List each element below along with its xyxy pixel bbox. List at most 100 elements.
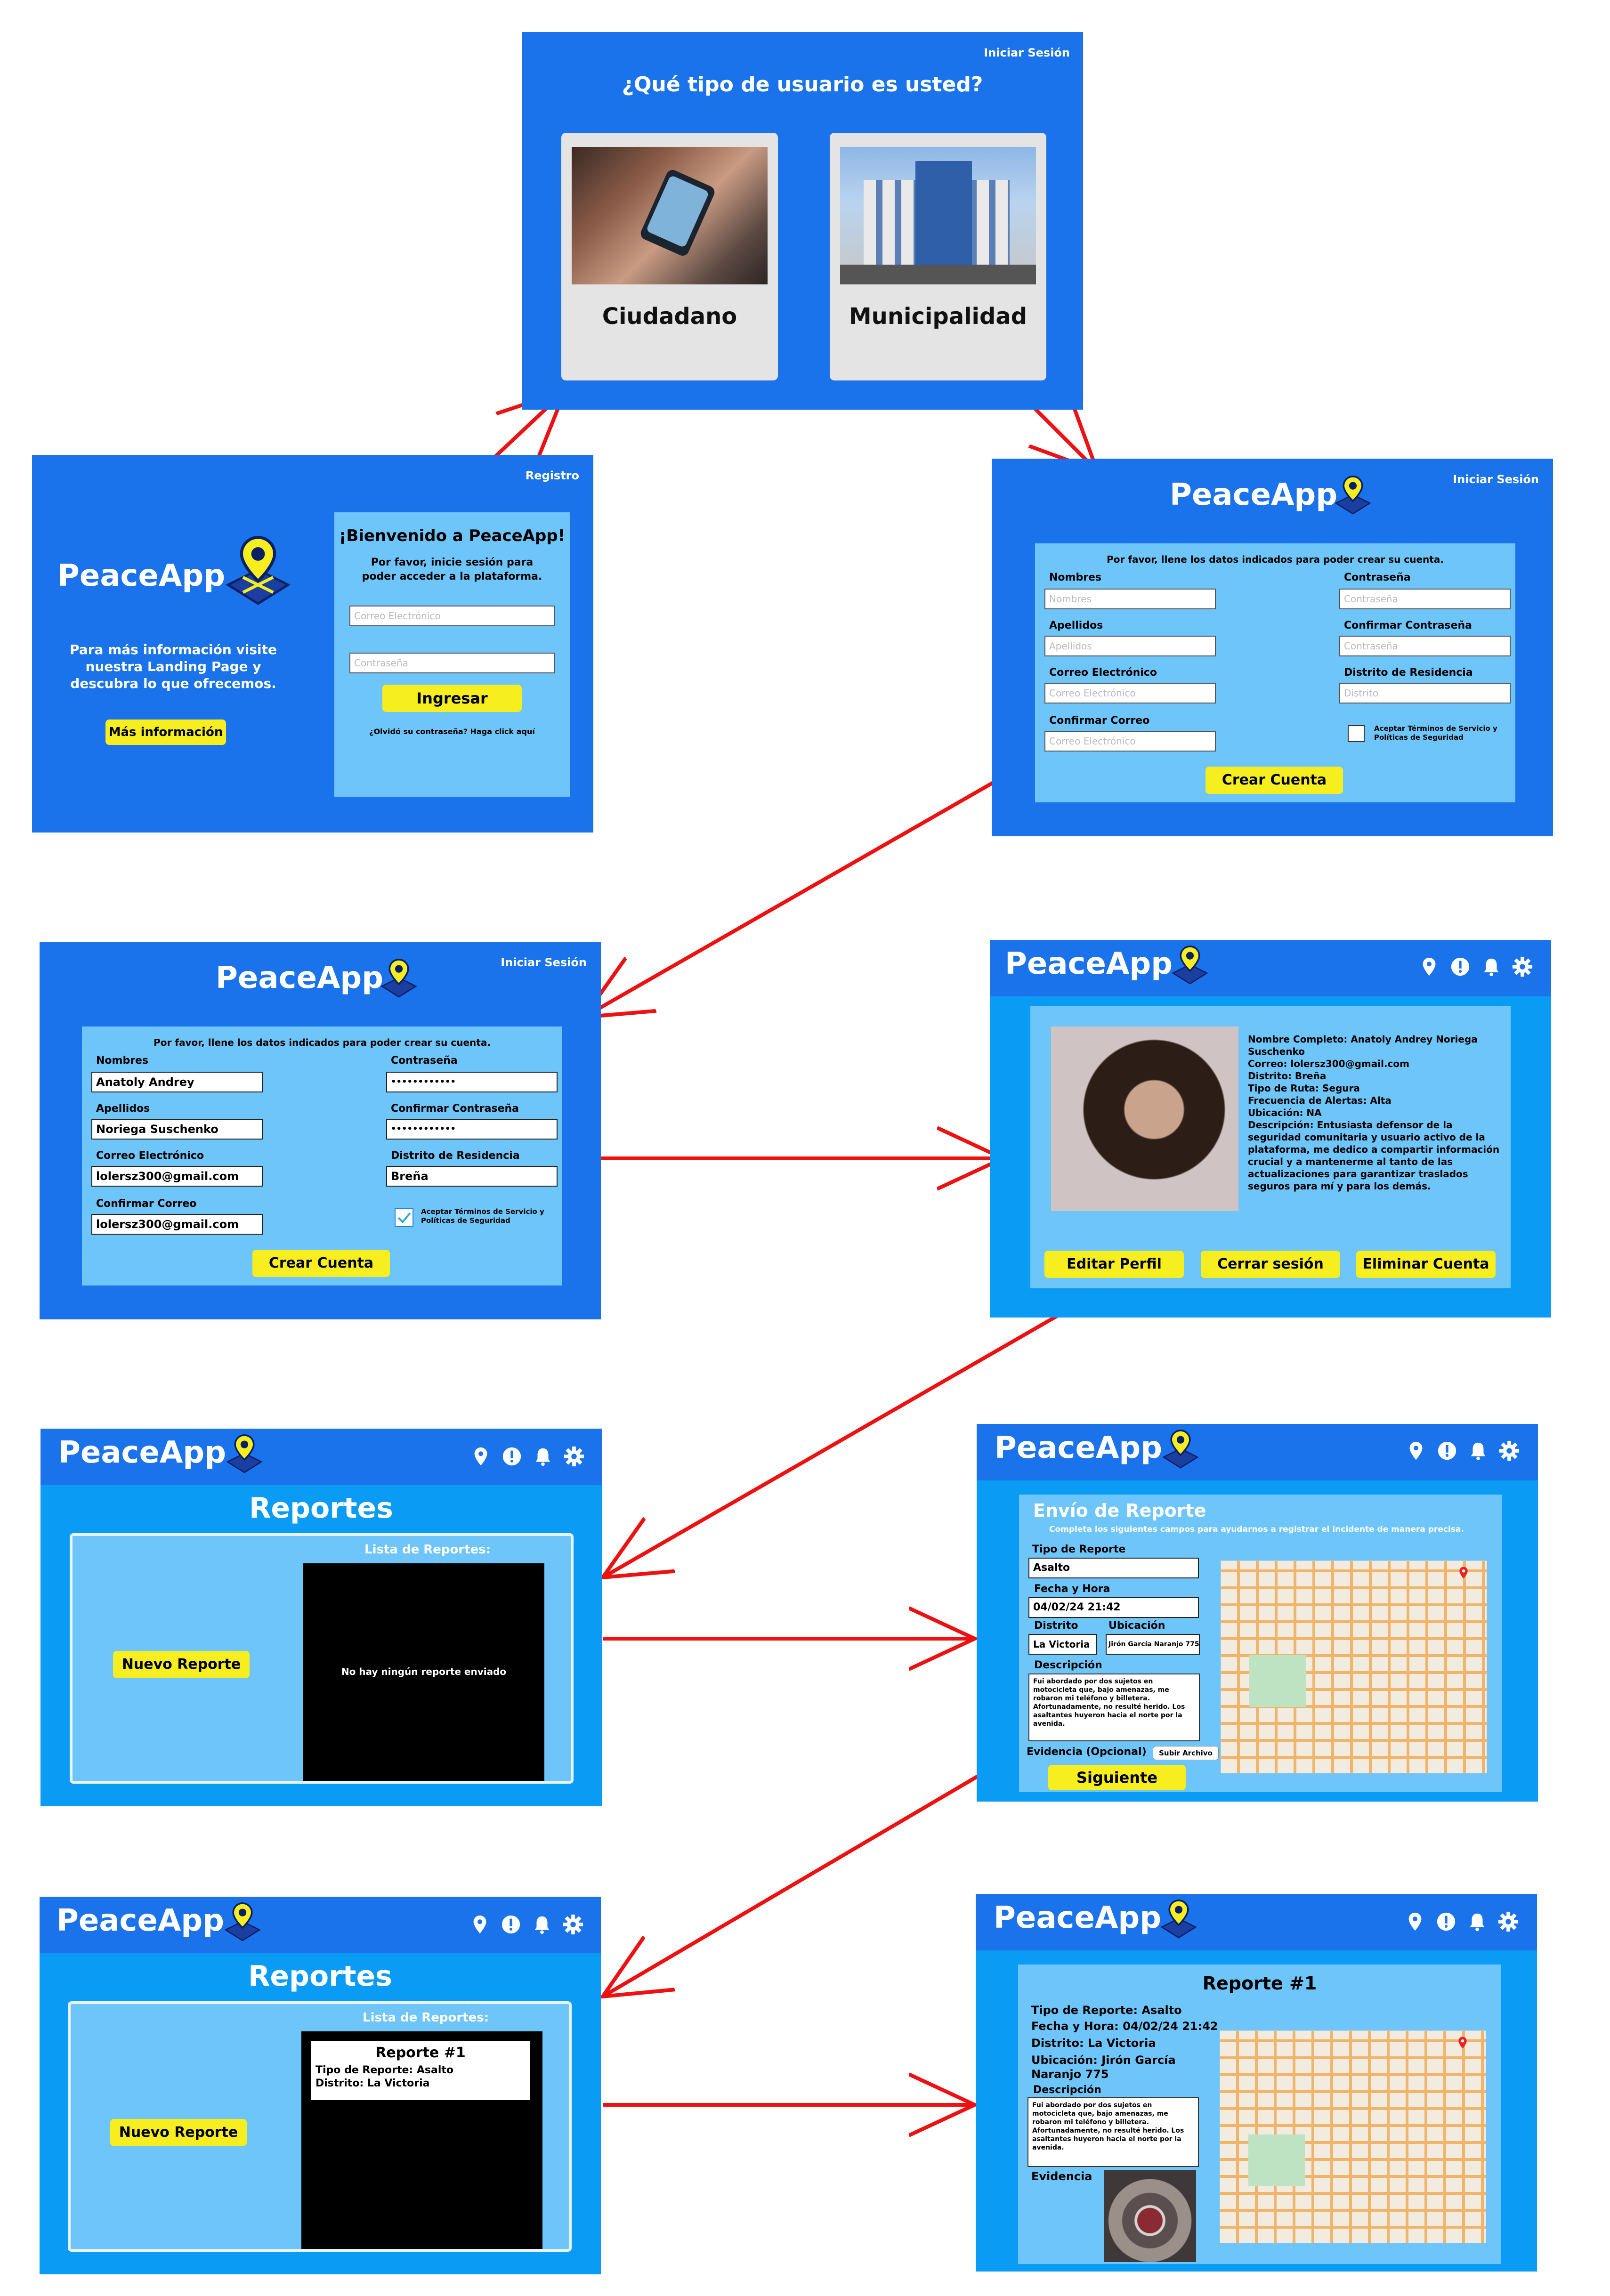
confirm-password-field[interactable]: •••••••••••• bbox=[386, 1119, 558, 1140]
profile-avatar bbox=[1051, 1027, 1238, 1211]
terms-checkbox[interactable] bbox=[1348, 725, 1365, 742]
alert-icon[interactable] bbox=[1435, 1911, 1457, 1932]
login-link[interactable]: Iniciar Sesión bbox=[1453, 473, 1539, 486]
login-instructions: Por favor, inicie sesión para poder acce… bbox=[362, 557, 542, 582]
terms-checkbox[interactable] bbox=[395, 1208, 413, 1227]
reports-panel: Nuevo Reporte Lista de Reportes: Reporte… bbox=[68, 2001, 572, 2252]
evidence-label: Evidencia bbox=[1031, 2170, 1092, 2183]
profile-full-name: Nombre Completo: Anatoly Andrey Noriega … bbox=[1248, 1034, 1478, 1057]
report-detail-card: Reporte #1 Tipo de Reporte: Asalto Fecha… bbox=[1018, 1965, 1501, 2264]
password-field[interactable]: Contraseña bbox=[349, 653, 555, 673]
profile-screen: PeaceApp Nombre Completo: Anatoly Andrey… bbox=[990, 940, 1551, 1318]
gear-icon[interactable] bbox=[562, 1914, 584, 1935]
map-pin-icon[interactable] bbox=[1404, 1911, 1426, 1932]
location-field[interactable]: Jirón García Naranjo 775 bbox=[1106, 1634, 1200, 1655]
evidence-image[interactable] bbox=[1104, 2170, 1196, 2262]
login-link[interactable]: Iniciar Sesión bbox=[984, 46, 1070, 59]
alert-icon[interactable] bbox=[1449, 956, 1471, 978]
report-card-type: Tipo de Reporte: Asalto bbox=[316, 2064, 454, 2076]
type-field[interactable]: Asalto bbox=[1028, 1558, 1199, 1578]
description-field[interactable]: Fui abordado por dos sujetos en motocicl… bbox=[1028, 1673, 1200, 1741]
email-field[interactable]: Correo Electrónico bbox=[349, 606, 555, 626]
bell-icon[interactable] bbox=[1481, 956, 1502, 978]
map-pin-icon[interactable] bbox=[470, 1446, 492, 1467]
bell-icon[interactable] bbox=[532, 1446, 554, 1467]
surnames-field[interactable]: Apellidos bbox=[1044, 636, 1216, 656]
citizen-card[interactable]: Ciudadano bbox=[561, 133, 778, 380]
password-label: Contraseña bbox=[1344, 572, 1411, 583]
brand-title: PeaceApp bbox=[995, 1431, 1162, 1465]
confirm-password-label: Confirmar Contraseña bbox=[1344, 620, 1472, 631]
peaceapp-logo-icon bbox=[224, 1902, 261, 1941]
report-datetime: Fecha y Hora: 04/02/24 21:42 bbox=[1031, 2020, 1218, 2033]
delete-account-button[interactable]: Eliminar Cuenta bbox=[1356, 1251, 1496, 1278]
map-pin-icon[interactable] bbox=[1405, 1440, 1427, 1462]
gear-icon[interactable] bbox=[1497, 1911, 1519, 1932]
location-map[interactable] bbox=[1221, 1560, 1487, 1773]
welcome-title: ¡Bienvenido a PeaceApp! bbox=[339, 526, 566, 545]
confirm-password-field[interactable]: Contraseña bbox=[1339, 636, 1511, 656]
location-map[interactable] bbox=[1220, 2030, 1486, 2243]
district-field[interactable]: La Victoria bbox=[1028, 1634, 1097, 1655]
upload-file-button[interactable]: Subir Archivo bbox=[1153, 1746, 1219, 1760]
confirm-email-field[interactable]: lolersz300@gmail.com bbox=[91, 1214, 263, 1235]
new-report-button[interactable]: Nuevo Reporte bbox=[113, 1651, 250, 1678]
peaceapp-logo-icon bbox=[1335, 476, 1371, 515]
alert-icon[interactable] bbox=[501, 1446, 523, 1467]
map-pin-icon[interactable] bbox=[1418, 956, 1440, 978]
more-info-button[interactable]: Más información bbox=[105, 720, 226, 745]
gear-icon[interactable] bbox=[563, 1446, 585, 1467]
login-screen: Registro PeaceApp Para más información v… bbox=[32, 455, 593, 833]
gear-icon[interactable] bbox=[1498, 1440, 1520, 1462]
gear-icon[interactable] bbox=[1512, 956, 1533, 978]
map-pin-icon[interactable] bbox=[469, 1914, 491, 1935]
district-label: Distrito de Residencia bbox=[391, 1150, 520, 1162]
municipality-label: Municipalidad bbox=[849, 303, 1027, 330]
logout-button[interactable]: Cerrar sesión bbox=[1201, 1251, 1340, 1278]
signup-form: Por favor, llene los datos indicados par… bbox=[1035, 543, 1515, 802]
password-field[interactable]: •••••••••••• bbox=[386, 1072, 558, 1092]
brand-title: PeaceApp bbox=[58, 1435, 226, 1470]
create-account-button[interactable]: Crear Cuenta bbox=[252, 1250, 390, 1277]
email-field[interactable]: lolersz300@gmail.com bbox=[91, 1166, 263, 1187]
form-title: Envío de Reporte bbox=[1033, 1500, 1206, 1521]
alert-icon[interactable] bbox=[1436, 1440, 1458, 1462]
login-button[interactable]: Ingresar bbox=[382, 685, 522, 712]
next-button[interactable]: Siguiente bbox=[1048, 1765, 1186, 1790]
alert-icon[interactable] bbox=[500, 1914, 522, 1935]
create-account-button[interactable]: Crear Cuenta bbox=[1205, 767, 1343, 794]
names-field[interactable]: Anatoly Andrey bbox=[91, 1072, 263, 1092]
email-field[interactable]: Correo Electrónico bbox=[1044, 683, 1216, 703]
signup-instructions: Por favor, llene los datos indicados par… bbox=[1107, 554, 1444, 565]
surnames-label: Apellidos bbox=[1049, 620, 1103, 631]
terms-label: Aceptar Términos de Servicio y Políticas… bbox=[1374, 724, 1497, 742]
district-field[interactable]: Breña bbox=[386, 1166, 558, 1187]
signup-form: Por favor, llene los datos indicados par… bbox=[82, 1027, 562, 1285]
signup-filled-screen: Iniciar Sesión PeaceApp Por favor, llene… bbox=[40, 942, 601, 1319]
peaceapp-logo-icon bbox=[1162, 1430, 1199, 1469]
profile-alert-frequency: Frecuencia de Alertas: Alta bbox=[1248, 1095, 1392, 1106]
new-report-button[interactable]: Nuevo Reporte bbox=[110, 2119, 247, 2146]
report-list: Reporte #1 Tipo de Reporte: Asalto Distr… bbox=[301, 2031, 542, 2249]
district-field[interactable]: Distrito bbox=[1339, 683, 1511, 703]
surnames-field[interactable]: Noriega Suschenko bbox=[91, 1119, 263, 1140]
datetime-field[interactable]: 04/02/24 21:42 bbox=[1028, 1597, 1199, 1618]
bell-icon[interactable] bbox=[1467, 1440, 1489, 1462]
report-type: Tipo de Reporte: Asalto bbox=[1031, 2004, 1182, 2017]
names-field[interactable]: Nombres bbox=[1044, 589, 1216, 609]
reports-title: Reportes bbox=[248, 1960, 392, 1993]
bell-icon[interactable] bbox=[1466, 1911, 1488, 1932]
edit-profile-button[interactable]: Editar Perfil bbox=[1044, 1251, 1184, 1278]
register-link[interactable]: Registro bbox=[526, 469, 579, 482]
peaceapp-logo-icon bbox=[380, 959, 417, 998]
report-card[interactable]: Reporte #1 Tipo de Reporte: Asalto Distr… bbox=[311, 2041, 530, 2100]
password-field[interactable]: Contraseña bbox=[1339, 589, 1511, 609]
login-panel: ¡Bienvenido a PeaceApp! Por favor, inici… bbox=[334, 512, 570, 797]
confirm-email-field[interactable]: Correo Electrónico bbox=[1044, 731, 1216, 752]
bell-icon[interactable] bbox=[531, 1914, 553, 1935]
form-subtitle: Completa los siguientes campos para ayud… bbox=[1049, 1525, 1464, 1534]
forgot-password-link[interactable]: ¿Olvidó su contraseña? Haga click aquí bbox=[334, 727, 570, 736]
profile-card: Nombre Completo: Anatoly Andrey Noriega … bbox=[1030, 1006, 1511, 1288]
municipality-card[interactable]: Municipalidad bbox=[830, 133, 1046, 380]
login-link[interactable]: Iniciar Sesión bbox=[501, 956, 587, 969]
